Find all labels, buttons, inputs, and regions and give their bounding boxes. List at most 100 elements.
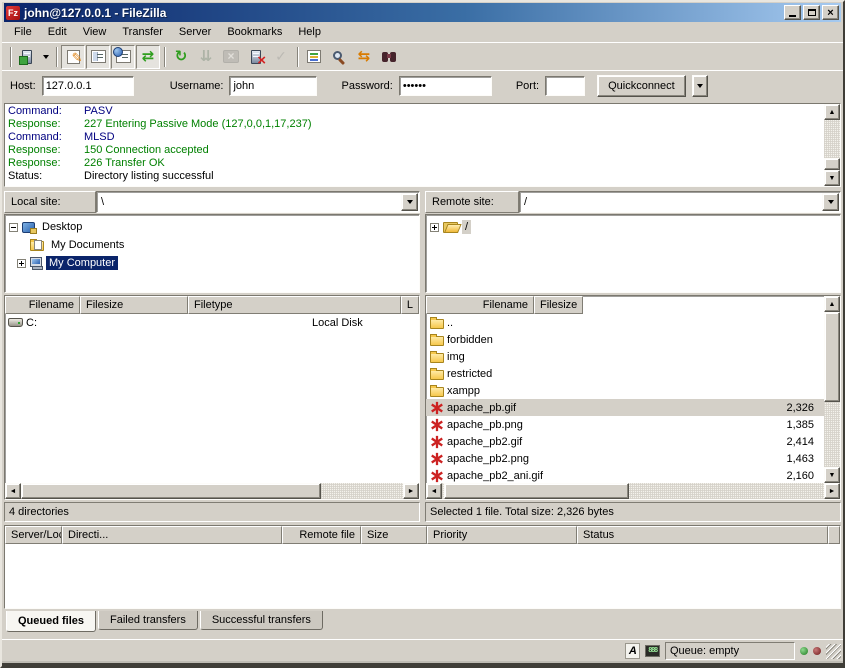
file-row[interactable]: ..	[426, 314, 824, 331]
maximize-button[interactable]	[803, 5, 820, 20]
scroll-track[interactable]	[442, 483, 824, 499]
queue-column-header[interactable]: Size	[361, 526, 427, 544]
expand-icon[interactable]	[430, 223, 439, 232]
column-header[interactable]: Filename	[426, 296, 534, 314]
process-queue[interactable]	[194, 45, 218, 69]
local-file-list: FilenameFilesizeFiletypeL C:	[4, 295, 420, 500]
file-row[interactable]: forbidden	[426, 331, 824, 348]
queue-column-header[interactable]: Server/Local file	[5, 526, 62, 544]
refresh[interactable]	[169, 45, 193, 69]
local-site-combo[interactable]: \	[96, 191, 420, 213]
menu-item[interactable]: Transfer	[114, 24, 171, 40]
close-button[interactable]: ×	[822, 5, 839, 20]
scroll-down-button[interactable]	[824, 170, 840, 186]
scroll-track[interactable]	[824, 312, 840, 467]
queue-column-header[interactable]: Remote file	[282, 526, 361, 544]
expand-icon[interactable]	[17, 259, 26, 268]
tree-item-root[interactable]: /	[430, 218, 840, 236]
file-row[interactable]: restricted	[426, 365, 824, 382]
port-input[interactable]	[545, 76, 585, 96]
remote-vscrollbar[interactable]	[824, 296, 840, 483]
remote-site-combo[interactable]: /	[519, 191, 841, 213]
scroll-right-button[interactable]	[824, 483, 840, 499]
queue-column-header[interactable]: Status	[577, 526, 828, 544]
queue-tab[interactable]: Failed transfers	[98, 611, 198, 630]
resize-grip[interactable]	[826, 644, 841, 659]
column-header[interactable]: Filetype	[188, 296, 401, 314]
menu-item[interactable]: Help	[290, 24, 329, 40]
site-manager-dropdown[interactable]	[40, 45, 52, 69]
directory-listing-filters[interactable]	[302, 45, 326, 69]
site-manager[interactable]	[15, 45, 39, 69]
file-row[interactable]: apache_pb2.gif 2,414	[426, 433, 824, 450]
file-row[interactable]: C: Local Disk	[5, 314, 419, 331]
file-row[interactable]: xampp	[426, 382, 824, 399]
toggle-transfer-queue[interactable]	[136, 45, 160, 69]
synchronized-browsing[interactable]	[352, 45, 376, 69]
quickconnect-dropdown-button[interactable]	[692, 75, 708, 97]
queue-tab[interactable]: Successful transfers	[200, 611, 323, 630]
scroll-down-button[interactable]	[824, 467, 840, 483]
scroll-right-button[interactable]	[403, 483, 419, 499]
scroll-left-button[interactable]	[5, 483, 21, 499]
queue-column-header[interactable]: Priority	[427, 526, 577, 544]
column-header[interactable]: L	[401, 296, 419, 314]
scroll-thumb[interactable]	[824, 312, 840, 402]
log-vscrollbar[interactable]	[824, 104, 840, 186]
file-row[interactable]: apache_pb.gif 2,326	[426, 399, 824, 416]
remote-hscrollbar[interactable]	[426, 483, 840, 499]
local-tree: Desktop My Documents My Computer	[4, 214, 420, 293]
scroll-up-button[interactable]	[824, 296, 840, 312]
remote-site-dropdown-icon[interactable]	[822, 193, 839, 211]
local-site-value: \	[97, 196, 400, 208]
queue-body	[5, 544, 840, 608]
toggle-message-log[interactable]	[61, 45, 85, 69]
column-header[interactable]: Filesize	[80, 296, 188, 314]
queue-column-header[interactable]	[828, 526, 840, 544]
queue-tab[interactable]: Queued files	[6, 611, 96, 632]
menu-item[interactable]: Edit	[40, 24, 75, 40]
file-row[interactable]: apache_pb2.png 1,463	[426, 450, 824, 467]
tree-item-my-documents[interactable]: My Documents	[9, 236, 419, 254]
tree-item-my-computer[interactable]: My Computer	[9, 254, 419, 272]
queue-column-header[interactable]: Directi...	[62, 526, 282, 544]
minimize-button[interactable]	[784, 5, 801, 20]
file-row[interactable]: apache_pb.png 1,385	[426, 416, 824, 433]
username-input[interactable]	[229, 76, 317, 96]
password-input[interactable]	[399, 76, 492, 96]
local-hscrollbar[interactable]	[5, 483, 419, 499]
column-header[interactable]: Filename	[5, 296, 80, 314]
reconnect[interactable]	[269, 45, 293, 69]
toolbar-separator	[56, 47, 57, 67]
find-files[interactable]	[377, 45, 401, 69]
disconnect[interactable]	[244, 45, 268, 69]
tree-item-desktop[interactable]: Desktop	[9, 218, 419, 236]
scroll-left-button[interactable]	[426, 483, 442, 499]
local-site-dropdown-icon[interactable]	[401, 193, 418, 211]
toggle-local-treeview[interactable]	[86, 45, 110, 69]
collapse-icon[interactable]	[9, 223, 18, 232]
speed-limit-icon[interactable]: 888	[645, 645, 660, 657]
menu-item[interactable]: File	[6, 24, 40, 40]
quickconnect-button[interactable]: Quickconnect	[597, 75, 686, 97]
menu-item[interactable]: View	[75, 24, 115, 40]
menu-item[interactable]: Bookmarks	[219, 24, 290, 40]
directory-comparison[interactable]	[327, 45, 351, 69]
scroll-thumb[interactable]	[21, 483, 321, 499]
cancel[interactable]	[219, 45, 243, 69]
scroll-thumb[interactable]	[824, 158, 840, 170]
scroll-track[interactable]	[21, 483, 403, 499]
file-row[interactable]: apache_pb2_ani.gif 2,160	[426, 467, 824, 483]
file-name: apache_pb.gif	[447, 402, 516, 414]
log-line-label: Response:	[8, 157, 84, 170]
toggle-remote-treeview[interactable]	[111, 45, 135, 69]
file-row[interactable]: img	[426, 348, 824, 365]
column-header[interactable]: Filesize	[534, 296, 583, 314]
menu-item[interactable]: Server	[171, 24, 219, 40]
scroll-up-button[interactable]	[824, 104, 840, 120]
scroll-thumb[interactable]	[444, 483, 629, 499]
host-input[interactable]	[42, 76, 134, 96]
folder-icon	[430, 387, 444, 397]
scroll-track[interactable]	[824, 120, 840, 170]
quickconnect-bar: Host: Username: Password: Port: Quickcon…	[2, 70, 843, 100]
